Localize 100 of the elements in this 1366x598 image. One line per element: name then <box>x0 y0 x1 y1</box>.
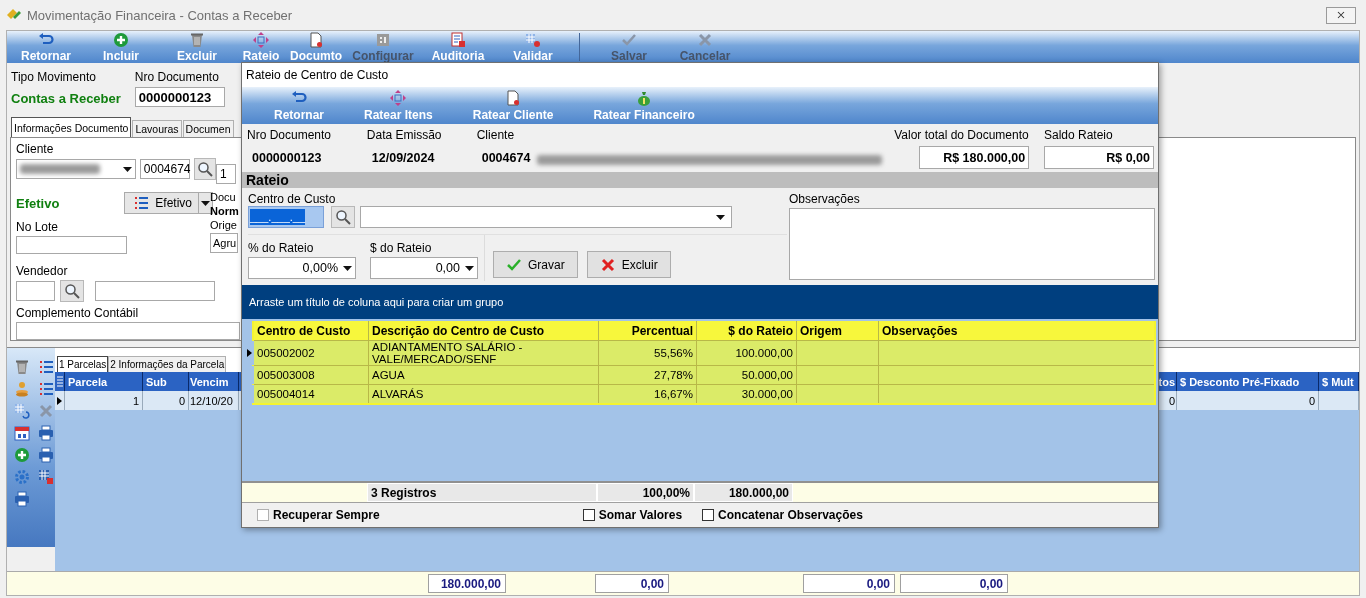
percent-field[interactable]: 0,00% <box>248 257 356 279</box>
dropdown-icon <box>122 166 132 172</box>
list-icon <box>133 195 150 211</box>
grid-calendar-icon <box>38 469 54 485</box>
list-icon <box>38 381 54 397</box>
document-icon <box>505 90 522 106</box>
field-value: 0000000123 <box>251 151 323 165</box>
section-title: Rateio <box>246 172 289 188</box>
seller-code-field[interactable] <box>16 281 55 301</box>
search-icon <box>196 161 213 177</box>
dropdown-icon <box>343 265 352 271</box>
field-label: Cliente <box>476 128 516 142</box>
trash-icon <box>189 32 205 48</box>
check-icon <box>621 32 637 48</box>
save-button[interactable]: Gravar <box>493 251 578 278</box>
client-field[interactable]: 1 <box>216 164 236 184</box>
table-cell: 005004014 <box>254 385 369 403</box>
move-arrows-icon <box>253 32 269 48</box>
field-label: Cliente <box>16 142 55 156</box>
printer-icon <box>38 447 54 463</box>
field-label: % do Rateio <box>248 241 315 255</box>
summary-cell: 100,00% <box>597 483 694 502</box>
table-cell: 1 <box>65 391 143 410</box>
table-cell: 30.000,00 <box>697 385 797 403</box>
tab[interactable]: 2 Informações da Parcela <box>108 356 227 372</box>
plus-icon <box>113 32 129 48</box>
table-cell: 16,67% <box>599 385 697 403</box>
column-header[interactable]: Observações <box>879 321 1154 340</box>
client-code-field[interactable]: 0004674 <box>139 159 190 179</box>
field-label: Vendedor <box>16 264 69 278</box>
field-value: 12/09/2024 <box>370 151 436 165</box>
total-field: 0,00 <box>595 574 669 593</box>
field-label: Observações <box>789 192 861 206</box>
printer-icon <box>38 425 54 441</box>
total-field: 0,00 <box>803 574 895 593</box>
trash-icon <box>14 359 30 375</box>
search-icon <box>335 209 351 225</box>
printer-icon <box>14 491 30 507</box>
table-cell: 12/10/20 <box>189 391 239 410</box>
delete-icon <box>599 256 616 273</box>
group-hint: Arraste um título de coluna aqui para criar um grupo <box>249 296 504 308</box>
field-label: Complemento Contábil <box>16 306 140 320</box>
lot-field[interactable] <box>16 236 127 254</box>
status-text: Efetivo <box>16 195 60 211</box>
delete-button[interactable]: Excluir <box>586 251 671 278</box>
close-icon <box>1335 9 1347 21</box>
field-label: Nro Documento <box>247 128 333 142</box>
total-field: 0,00 <box>900 574 1008 593</box>
cost-center-code-field[interactable]: ___.___.__ <box>248 206 324 228</box>
complement-field[interactable] <box>16 322 240 340</box>
summary-cell: 3 Registros <box>367 483 597 502</box>
total-value-field: R$ 180.000,00 <box>919 146 1030 169</box>
table-cell: 0 <box>143 391 189 410</box>
origin-field[interactable]: Agru <box>210 233 238 253</box>
field-label: Docu <box>210 191 237 203</box>
seller-name-field[interactable] <box>95 281 215 301</box>
column-chooser-icon <box>55 375 64 388</box>
balance-field: R$ 0,00 <box>1044 146 1154 169</box>
coins-icon <box>14 381 30 397</box>
document-icon <box>308 32 324 48</box>
gear-icon <box>14 469 30 485</box>
tab[interactable]: Documen <box>182 120 234 137</box>
search-button[interactable] <box>331 206 355 228</box>
checkbox-option[interactable]: Somar Valores <box>582 508 683 522</box>
field-value: 0004674 <box>480 151 532 165</box>
search-button[interactable] <box>60 280 84 302</box>
close-icon <box>38 403 54 419</box>
amount-field[interactable]: 0,00 <box>370 257 478 279</box>
search-button[interactable] <box>193 158 216 180</box>
field-label: Data Emissão <box>366 128 443 142</box>
checkbox-option[interactable]: Concatenar Observações <box>702 508 863 522</box>
money-bag-icon <box>636 90 653 106</box>
notes-field[interactable] <box>789 208 1155 280</box>
field-label: Valor total do Documento <box>894 128 1030 142</box>
list-icon <box>38 359 54 375</box>
summary-cell: 180.000,00 <box>694 483 793 502</box>
dropdown-icon <box>716 214 725 220</box>
window-title: Movimentação Financeira - Contas a Receber <box>27 7 294 23</box>
client-combo[interactable] <box>16 159 136 179</box>
grid-gear-icon <box>525 32 541 48</box>
dropdown-icon <box>201 200 210 206</box>
field-label: Saldo Rateio <box>1044 128 1114 142</box>
dialog-title: Rateio de Centro de Custo <box>246 68 389 82</box>
grid-icon <box>375 32 391 48</box>
field-label: Centro de Custo <box>248 192 337 206</box>
tab[interactable]: Informações Documento <box>11 117 132 137</box>
calendar-icon <box>14 425 30 441</box>
close-button[interactable] <box>1326 6 1356 24</box>
tab[interactable]: Lavouras <box>132 120 182 137</box>
field-label: Orige <box>210 219 238 231</box>
document-number-field[interactable]: 0000000123 <box>134 87 225 107</box>
close-icon <box>697 32 713 48</box>
total-field: 180.000,00 <box>428 574 506 593</box>
tab[interactable]: 1 Parcelas <box>57 356 109 372</box>
cost-center-combo[interactable] <box>360 206 732 228</box>
field-label: $ do Rateio <box>370 241 433 255</box>
dropdown-icon <box>465 265 474 271</box>
field-label: Nro Documento <box>134 70 220 84</box>
search-icon <box>64 283 80 299</box>
move-arrows-icon <box>390 90 407 106</box>
